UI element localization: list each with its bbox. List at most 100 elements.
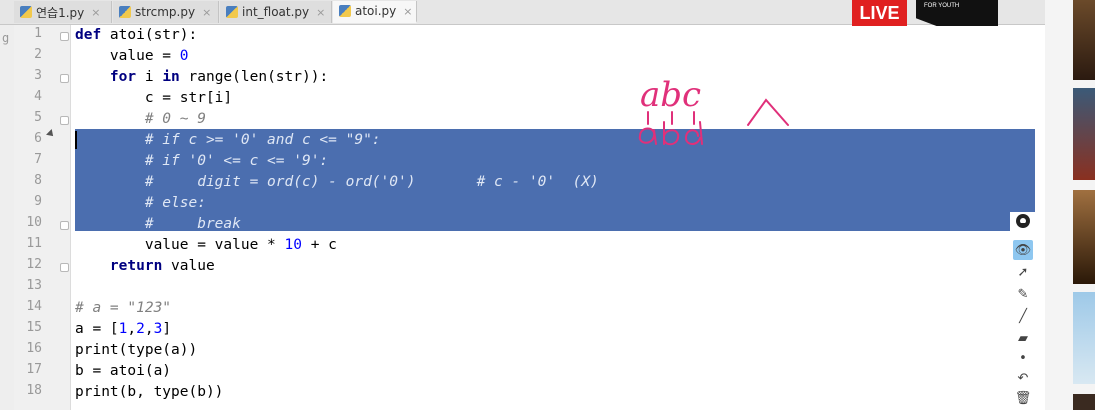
- tab-label: 연습1.py: [36, 5, 85, 20]
- number: 10: [284, 237, 302, 253]
- code-text: atoi(str):: [101, 27, 198, 43]
- side-gutter-char: g: [2, 31, 10, 45]
- python-file-icon: [20, 6, 32, 18]
- tab-yeonseup1[interactable]: 연습1.py ×: [14, 1, 112, 23]
- code-line-10[interactable]: # break: [75, 214, 241, 234]
- code-text: + c: [301, 237, 337, 253]
- trash-icon[interactable]: 🗑: [1013, 388, 1033, 408]
- python-file-icon: [226, 6, 238, 18]
- code-line-16[interactable]: print(type(a)): [75, 340, 197, 360]
- code-line-15[interactable]: a = [1,2,3]: [75, 319, 171, 339]
- code-line-2[interactable]: value = 0: [75, 46, 189, 66]
- line-number: 14: [26, 299, 42, 314]
- location-pin-icon[interactable]: [1013, 212, 1033, 232]
- pin-glyph: [1016, 214, 1030, 228]
- code-text: value: [162, 258, 215, 274]
- video-thumbnail[interactable]: [1073, 190, 1095, 284]
- fold-marker[interactable]: [60, 74, 69, 83]
- code-text: value =: [75, 48, 180, 64]
- code-text: i: [136, 69, 163, 85]
- code-text: b = atoi(a): [75, 363, 172, 379]
- live-badge: LIVE: [852, 0, 907, 26]
- fold-marker[interactable]: [60, 263, 69, 272]
- code-line-5[interactable]: # 0 ~ 9: [75, 109, 206, 129]
- comment: # digit = ord(c) - ord('0') # c - '0' (X…: [75, 174, 599, 190]
- line-number: 9: [34, 194, 42, 209]
- dot-icon[interactable]: •: [1013, 348, 1033, 368]
- number: 0: [179, 48, 189, 64]
- code-text: value = value *: [75, 237, 285, 253]
- code-line-1[interactable]: def atoi(str):: [75, 25, 197, 45]
- code-text: a = [: [75, 321, 119, 337]
- tab-atoi[interactable]: atoi.py ×: [333, 1, 417, 23]
- line-number: 13: [26, 278, 42, 293]
- close-icon[interactable]: ×: [403, 5, 412, 18]
- code-text: ,: [127, 321, 137, 337]
- comment: # if c >= '0' and c <= "9":: [75, 132, 381, 148]
- keyword: for: [75, 69, 137, 85]
- keyword: def: [75, 27, 102, 43]
- comment: # break: [75, 216, 241, 232]
- highlighter-icon[interactable]: ▰: [1013, 328, 1033, 348]
- line-number: 7: [34, 152, 42, 167]
- comment: # else:: [75, 195, 206, 211]
- code-text: print(b, type(b)): [75, 384, 224, 400]
- python-file-icon: [119, 6, 131, 18]
- line-number: 15: [26, 320, 42, 335]
- line-number: 8: [34, 173, 42, 188]
- code-line-8[interactable]: # digit = ord(c) - ord('0') # c - '0' (X…: [75, 172, 599, 192]
- tab-label: atoi.py: [355, 4, 397, 18]
- code-line-12[interactable]: return value: [75, 256, 215, 276]
- line-number: 10: [26, 215, 42, 230]
- line-number: 1: [34, 26, 42, 41]
- tab-label: strcmp.py: [135, 5, 196, 19]
- line-number: 16: [26, 341, 42, 356]
- close-icon[interactable]: ×: [316, 6, 325, 19]
- number: 2: [136, 321, 145, 337]
- video-thumbnail[interactable]: [1073, 394, 1095, 410]
- code-line-3[interactable]: for i in range(len(str)):: [75, 67, 328, 87]
- eraser-icon[interactable]: ✎: [1013, 284, 1033, 304]
- line-number: 11: [26, 236, 42, 251]
- fold-marker[interactable]: [60, 221, 69, 230]
- code-editor[interactable]: 연습1.py × strcmp.py × int_float.py × atoi…: [0, 0, 1045, 410]
- video-thumbnail[interactable]: [1073, 88, 1095, 180]
- pen-icon[interactable]: ╱: [1013, 306, 1033, 326]
- code-line-4[interactable]: c = str[i]: [75, 88, 232, 108]
- close-icon[interactable]: ×: [202, 6, 211, 19]
- comment: # a = "123": [75, 300, 172, 316]
- fold-marker[interactable]: [60, 32, 69, 41]
- tab-int-float[interactable]: int_float.py ×: [220, 1, 332, 23]
- comment: # if '0' <= c <= '9':: [75, 153, 329, 169]
- pointer-icon[interactable]: ➚: [1013, 262, 1033, 282]
- code-text: ]: [162, 321, 172, 337]
- video-thumbnail[interactable]: [1073, 292, 1095, 384]
- line-number: 4: [34, 89, 42, 104]
- annotation-text: abc: [640, 75, 701, 115]
- code-line-14[interactable]: # a = "123": [75, 298, 171, 318]
- eye-icon[interactable]: 👁: [1013, 240, 1033, 260]
- code-text: range(len(str)):: [179, 69, 329, 85]
- video-thumbnail[interactable]: [1073, 0, 1095, 80]
- line-number: 12: [26, 257, 42, 272]
- code-line-7[interactable]: # if '0' <= c <= '9':: [75, 151, 328, 171]
- line-number: 5: [34, 110, 42, 125]
- code-line-18[interactable]: print(b, type(b)): [75, 382, 223, 402]
- side-gutter: g: [0, 25, 14, 410]
- tab-label: int_float.py: [242, 5, 310, 19]
- code-line-9[interactable]: # else:: [75, 193, 206, 213]
- tab-strcmp[interactable]: strcmp.py ×: [113, 1, 219, 23]
- code-line-11[interactable]: value = value * 10 + c: [75, 235, 337, 255]
- fold-marker[interactable]: [60, 116, 69, 125]
- code-text: print(type(a)): [75, 342, 198, 358]
- channel-logo-text: FOR YOUTH: [924, 3, 960, 9]
- code-line-17[interactable]: b = atoi(a): [75, 361, 171, 381]
- comment: # 0 ~ 9: [75, 111, 206, 127]
- python-file-icon: [339, 5, 351, 17]
- handwritten-annotation: abc: [638, 75, 789, 146]
- code-line-6[interactable]: # if c >= '0' and c <= "9":: [75, 130, 381, 150]
- close-icon[interactable]: ×: [91, 6, 100, 19]
- channel-logo: FOR YOUTH: [916, 0, 998, 26]
- undo-icon[interactable]: ↶: [1013, 368, 1033, 388]
- line-number: 6: [34, 131, 42, 146]
